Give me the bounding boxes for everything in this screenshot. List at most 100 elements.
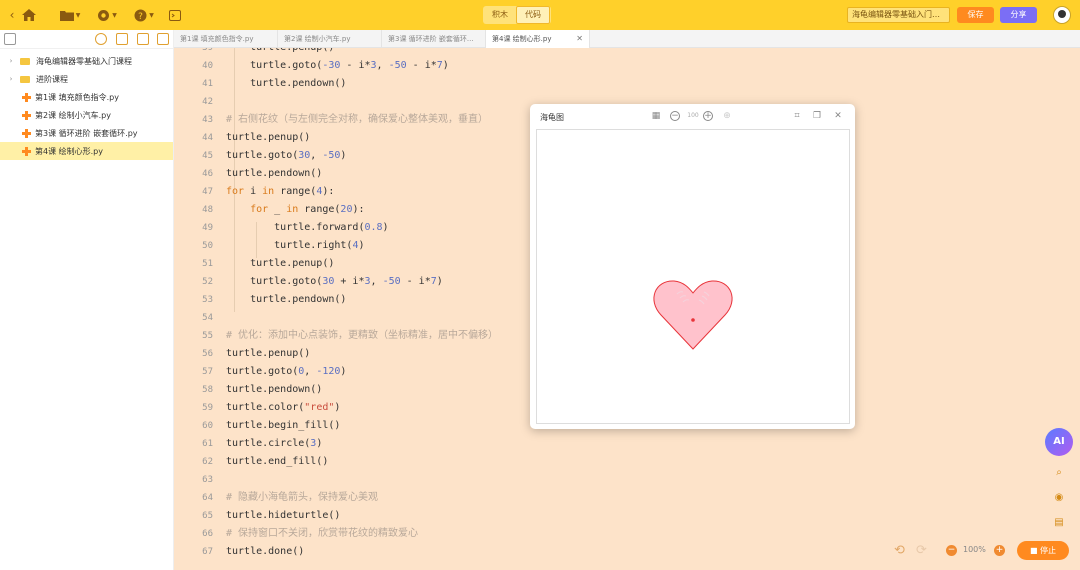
fullscreen-icon[interactable]: ❐ (812, 111, 822, 121)
tab-code[interactable]: 代码 (516, 6, 550, 24)
folder-icon (20, 75, 30, 83)
tab-lesson-4[interactable]: 第4课 绘制心形.py ✕ (486, 30, 590, 48)
code-line[interactable]: 63 (174, 471, 1080, 489)
code-text: for i in range(4): (226, 186, 335, 197)
stop-label: 停止 (1040, 546, 1057, 555)
tree-item-label: 第1课 填充颜色指令.py (35, 92, 119, 102)
line-number: 51 (202, 259, 213, 269)
line-number: 44 (202, 133, 213, 143)
zoom-out-icon[interactable]: − (670, 111, 680, 121)
palette-icon[interactable]: ◉ (1052, 491, 1066, 505)
tab-lesson-3[interactable]: 第3课 循环进阶 嵌套循环... (382, 30, 486, 48)
python-file-icon (22, 146, 31, 156)
code-text: turtle.penup() (226, 132, 311, 143)
grid-icon[interactable]: ▦ (651, 111, 661, 121)
line-number: 60 (202, 421, 213, 431)
feedback-icon[interactable]: ▤ (1052, 516, 1066, 530)
back-icon[interactable]: ‹ (7, 0, 17, 30)
stop-button[interactable]: ■ 停止 (1017, 541, 1069, 560)
tab-label: 第2课 绘制小汽车.py (284, 35, 351, 43)
code-text: # 右侧花纹（与左侧完全对称，确保爱心整体美观，垂直） (226, 114, 489, 125)
code-line[interactable]: 61 turtle.circle(3) (174, 435, 1080, 453)
code-line[interactable]: 41 turtle.pendown() (174, 75, 1080, 93)
code-line[interactable]: 39 turtle.penup() (174, 48, 1080, 57)
sync-icon[interactable] (95, 33, 107, 45)
line-number: 65 (202, 511, 213, 521)
heart-drawing (653, 280, 733, 350)
reset-view-icon[interactable]: ⊕ (722, 111, 732, 121)
crop-icon[interactable]: ⌗ (792, 111, 802, 121)
code-text: turtle.goto(30 + i*3, -50 - i*7) (226, 276, 443, 287)
code-line[interactable]: 40 turtle.goto(-30 - i*3, -50 - i*7) (174, 57, 1080, 75)
sidebar-file-3[interactable]: 第3课 循环进阶 嵌套循环.py (0, 124, 173, 142)
tab-label: 第3课 循环进阶 嵌套循环... (388, 35, 474, 43)
code-text: turtle.forward(0.8) (226, 222, 389, 233)
new-folder-icon[interactable] (137, 33, 149, 45)
tree-item-label: 海龟编辑器零基础入门课程 (36, 56, 132, 66)
code-text: turtle.pendown() (226, 294, 347, 305)
code-text: turtle.penup() (226, 258, 335, 269)
zoom-out-icon[interactable]: − (946, 545, 957, 556)
avatar[interactable] (1053, 6, 1071, 24)
project-name-field[interactable]: 海龟编辑器零基础入门… (847, 7, 950, 23)
help-icon[interactable]: ? ▼ (132, 0, 156, 30)
sidebar-folder-course[interactable]: › 海龟编辑器零基础入门课程 (0, 52, 173, 70)
zoom-in-icon[interactable]: + (703, 111, 713, 121)
code-line[interactable]: 62 turtle.end_fill() (174, 453, 1080, 471)
top-toolbar: ‹ ▼ ▼ ? ▼ 积木 代码 海龟编辑器零基础入门… 保存 分享 (0, 0, 1080, 30)
code-line[interactable]: 65 turtle.hideturtle() (174, 507, 1080, 525)
line-number: 41 (202, 79, 213, 89)
gear-icon[interactable]: ▼ (95, 0, 119, 30)
sidebar-file-1[interactable]: 第1课 填充颜色指令.py (0, 88, 173, 106)
home-icon[interactable] (20, 0, 38, 30)
tree-item-label: 第4课 绘制心形.py (35, 146, 103, 156)
center-dot (691, 318, 695, 322)
sidebar-folder-advanced[interactable]: › 进阶课程 (0, 70, 173, 88)
line-number: 62 (202, 457, 213, 467)
tree-item-label: 第3课 循环进阶 嵌套循环.py (35, 128, 138, 138)
line-number: 59 (202, 403, 213, 413)
new-file-icon[interactable] (157, 33, 169, 45)
ai-assistant-button[interactable]: AI (1045, 428, 1073, 456)
sidebar-file-4[interactable]: 第4课 绘制心形.py (0, 142, 173, 160)
line-number: 46 (202, 169, 213, 179)
zoom-level: 100 (687, 112, 699, 119)
folder-menu-icon[interactable]: ▼ (58, 0, 82, 30)
tree-item-label: 进阶课程 (36, 74, 68, 84)
folder-icon (20, 57, 30, 65)
zoom-level: 100% (963, 545, 986, 554)
close-icon[interactable]: ✕ (576, 30, 583, 48)
tab-lesson-1[interactable]: 第1课 填充颜色指令.py (174, 30, 278, 48)
sidebar-file-2[interactable]: 第2课 绘制小汽车.py (0, 106, 173, 124)
file-sidebar: › 海龟编辑器零基础入门课程 › 进阶课程 第1课 填充颜色指令.py 第2课 … (0, 30, 174, 570)
code-line[interactable]: 64 # 隐藏小海龟箭头，保持爱心美观 (174, 489, 1080, 507)
line-number: 53 (202, 295, 213, 305)
tab-lesson-2[interactable]: 第2课 绘制小汽车.py (278, 30, 382, 48)
code-text: # 优化：添加中心点装饰，更精致（坐标精准，居中不偏移） (226, 330, 499, 341)
console-icon[interactable] (168, 0, 182, 30)
line-number: 48 (202, 205, 213, 215)
editor-tabs: 第1课 填充颜色指令.py 第2课 绘制小汽车.py 第3课 循环进阶 嵌套循环… (174, 30, 1080, 48)
line-number: 40 (202, 61, 213, 71)
undo-icon[interactable]: ⟲ (894, 543, 905, 558)
share-button[interactable]: 分享 (1000, 7, 1037, 23)
sidebar-toolbar (0, 30, 173, 49)
image-icon[interactable] (116, 33, 128, 45)
line-number: 55 (202, 331, 213, 341)
line-number: 66 (202, 529, 213, 539)
window-title: 海龟图 (540, 113, 564, 122)
line-number: 63 (202, 475, 213, 485)
line-number: 64 (202, 493, 213, 503)
code-text: # 隐藏小海龟箭头，保持爱心美观 (226, 492, 379, 503)
save-button[interactable]: 保存 (957, 7, 994, 23)
line-number: 56 (202, 349, 213, 359)
zoom-in-icon[interactable]: + (994, 545, 1005, 556)
redo-icon[interactable]: ⟳ (916, 543, 927, 558)
svg-text:?: ? (138, 12, 143, 22)
close-icon[interactable]: ✕ (833, 111, 843, 121)
line-number: 57 (202, 367, 213, 377)
search-icon[interactable]: ⌕ (1052, 466, 1066, 480)
collapse-sidebar-icon[interactable] (4, 33, 16, 45)
tab-blocks[interactable]: 积木 (484, 7, 516, 23)
turtle-canvas[interactable] (536, 129, 850, 424)
